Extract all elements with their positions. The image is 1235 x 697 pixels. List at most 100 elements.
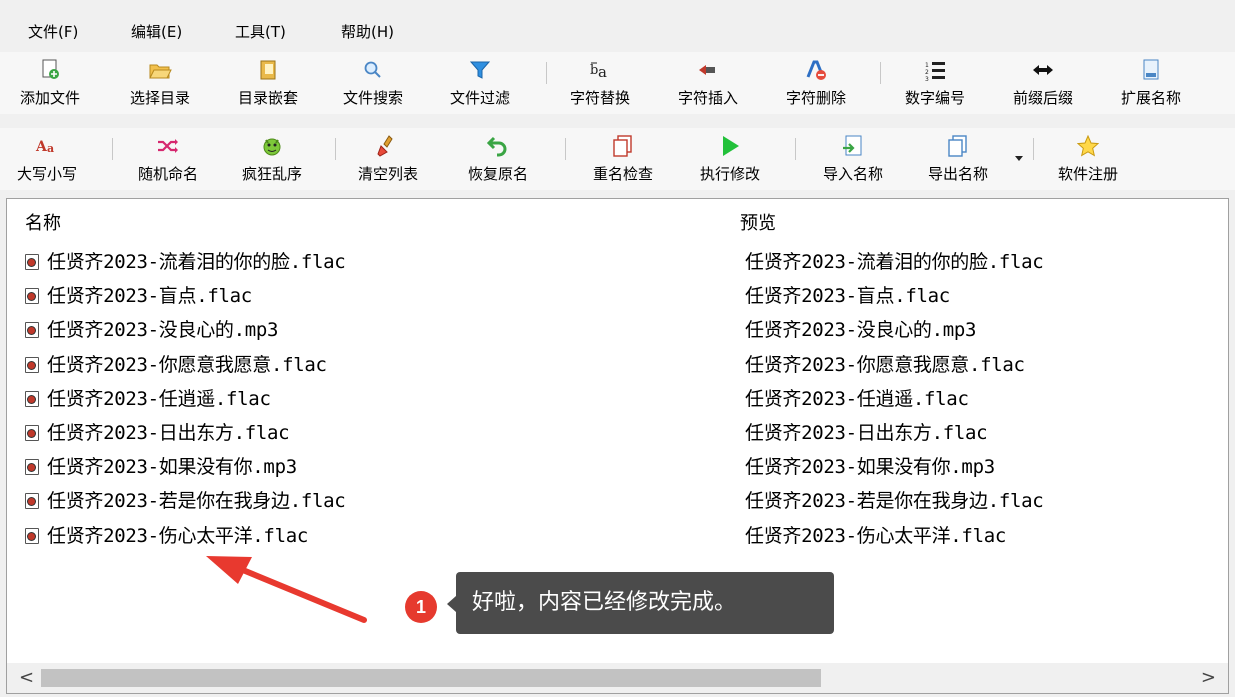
audio-file-icon xyxy=(25,356,39,373)
preview-row: 任贤齐2023-没良心的.mp3 xyxy=(745,313,976,347)
replace-chars-label: 字符替换 xyxy=(569,89,630,107)
delete-char-icon xyxy=(804,58,828,82)
prefix-suffix-icon xyxy=(1031,58,1055,82)
separator xyxy=(565,138,566,160)
menu-bar: 文件(F) 编辑(E) 工具(T) 帮助(H) xyxy=(0,0,1235,52)
toolbar-row-2: Aa 大写小写 随机命名 疯狂乱序 清空列表 恢复原名 重名检查 执行修改 导入… xyxy=(0,128,1235,190)
horizontal-scrollbar[interactable]: < > xyxy=(7,663,1228,693)
shuffle-icon xyxy=(156,134,180,158)
file-name: 任贤齐2023-流着泪的你的脸.flac xyxy=(47,251,346,273)
preview-row: 任贤齐2023-盲点.flac xyxy=(745,279,950,313)
insert-chars-button[interactable]: 字符插入 xyxy=(660,52,756,114)
register-button[interactable]: 软件注册 xyxy=(1040,128,1136,190)
file-name: 任贤齐2023-若是你在我身边.flac xyxy=(47,490,346,513)
separator xyxy=(335,138,336,160)
filter-icon xyxy=(468,58,492,82)
extension-button[interactable]: 扩展名称 xyxy=(1103,52,1199,114)
search-icon xyxy=(361,58,385,82)
insert-icon xyxy=(696,58,720,82)
svg-text:a: a xyxy=(47,142,54,155)
preview-name: 任贤齐2023-你愿意我愿意.flac xyxy=(745,353,1025,376)
menu-file[interactable]: 文件(F) xyxy=(28,22,78,42)
svg-text:2: 2 xyxy=(925,69,929,76)
callout-text: 好啦，内容已经修改完成。 xyxy=(472,590,737,615)
audio-file-icon xyxy=(25,493,39,510)
add-file-label: 添加文件 xyxy=(19,89,80,107)
separator xyxy=(795,138,796,160)
preview-name: 任贤齐2023-流着泪的你的脸.flac xyxy=(745,251,1044,273)
column-header-name[interactable]: 名称 xyxy=(25,209,61,235)
preview-name: 任贤齐2023-伤心太平洋.flac xyxy=(745,524,1006,547)
export-icon xyxy=(946,134,970,158)
delete-chars-button[interactable]: 字符删除 xyxy=(768,52,864,114)
file-search-button[interactable]: 文件搜索 xyxy=(325,52,421,114)
scroll-left-arrow[interactable]: < xyxy=(19,667,34,688)
file-filter-button[interactable]: 文件过滤 xyxy=(432,52,528,114)
preview-row: 任贤齐2023-若是你在我身边.flac xyxy=(745,484,1044,518)
restore-name-label: 恢复原名 xyxy=(467,165,528,183)
scroll-thumb[interactable] xyxy=(41,669,821,687)
menu-help[interactable]: 帮助(H) xyxy=(341,22,394,42)
extension-icon xyxy=(1139,58,1163,82)
duplicate-check-label: 重名检查 xyxy=(592,165,653,183)
preview-name: 任贤齐2023-任逍遥.flac xyxy=(745,387,969,410)
file-name: 任贤齐2023-你愿意我愿意.flac xyxy=(47,353,327,376)
file-name: 任贤齐2023-盲点.flac xyxy=(47,285,252,308)
file-name: 任贤齐2023-日出东方.flac xyxy=(47,422,290,444)
export-dropdown-button[interactable] xyxy=(1012,128,1028,190)
menu-tools[interactable]: 工具(T) xyxy=(235,22,286,42)
nested-folder-button[interactable]: 目录嵌套 xyxy=(220,52,316,114)
file-filter-label: 文件过滤 xyxy=(449,89,510,107)
add-file-button[interactable]: 添加文件 xyxy=(2,52,98,114)
file-search-label: 文件搜索 xyxy=(342,89,403,107)
case-button[interactable]: Aa 大写小写 xyxy=(2,128,92,190)
callout-number-badge: 1 xyxy=(405,591,437,623)
prefix-suffix-button[interactable]: 前缀后缀 xyxy=(995,52,1091,114)
svg-text:3: 3 xyxy=(925,76,929,81)
svg-text:a: a xyxy=(598,63,607,80)
audio-file-icon xyxy=(25,390,39,407)
export-names-button[interactable]: 导出名称 xyxy=(910,128,1006,190)
export-names-label: 导出名称 xyxy=(927,165,988,183)
select-folder-button[interactable]: 选择目录 xyxy=(112,52,208,114)
audio-file-icon xyxy=(25,459,39,476)
play-icon xyxy=(718,134,742,158)
number-button[interactable]: 123 数字编号 xyxy=(887,52,983,114)
preview-name: 任贤齐2023-若是你在我身边.flac xyxy=(745,490,1044,513)
preview-name: 任贤齐2023-日出东方.flac xyxy=(745,422,988,444)
nested-folder-icon xyxy=(256,58,280,82)
file-name: 任贤齐2023-如果没有你.mp3 xyxy=(47,456,297,479)
preview-row: 任贤齐2023-日出东方.flac xyxy=(745,416,988,450)
insert-chars-label: 字符插入 xyxy=(677,89,738,107)
menu-edit[interactable]: 编辑(E) xyxy=(131,22,182,42)
file-name: 任贤齐2023-任逍遥.flac xyxy=(47,387,271,410)
case-icon: Aa xyxy=(35,134,59,158)
file-name: 任贤齐2023-伤心太平洋.flac xyxy=(47,524,308,547)
audio-file-icon xyxy=(25,425,39,441)
column-header-preview[interactable]: 预览 xyxy=(740,209,776,235)
extension-label: 扩展名称 xyxy=(1120,89,1181,107)
duplicate-check-button[interactable]: 重名检查 xyxy=(575,128,671,190)
register-label: 软件注册 xyxy=(1057,165,1118,183)
preview-name: 任贤齐2023-盲点.flac xyxy=(745,285,950,308)
restore-name-button[interactable]: 恢复原名 xyxy=(450,128,546,190)
crazy-shuffle-icon xyxy=(260,134,284,158)
scroll-right-arrow[interactable]: > xyxy=(1201,667,1216,688)
import-names-button[interactable]: 导入名称 xyxy=(805,128,901,190)
preview-row: 任贤齐2023-你愿意我愿意.flac xyxy=(745,348,1025,382)
separator xyxy=(1033,138,1034,160)
random-name-button[interactable]: 随机命名 xyxy=(120,128,216,190)
chevron-down-icon xyxy=(1015,156,1023,161)
crazy-shuffle-button[interactable]: 疯狂乱序 xyxy=(224,128,320,190)
add-file-icon xyxy=(38,58,62,82)
replace-chars-button[interactable]: ba 字符替换 xyxy=(552,52,648,114)
execute-button[interactable]: 执行修改 xyxy=(682,128,778,190)
file-name: 任贤齐2023-没良心的.mp3 xyxy=(47,319,279,342)
clear-list-button[interactable]: 清空列表 xyxy=(340,128,436,190)
import-icon xyxy=(841,134,865,158)
replace-icon: ba xyxy=(588,58,612,82)
separator xyxy=(880,62,881,84)
star-icon xyxy=(1076,134,1100,158)
preview-name: 任贤齐2023-没良心的.mp3 xyxy=(745,319,977,342)
audio-file-icon xyxy=(25,322,39,339)
